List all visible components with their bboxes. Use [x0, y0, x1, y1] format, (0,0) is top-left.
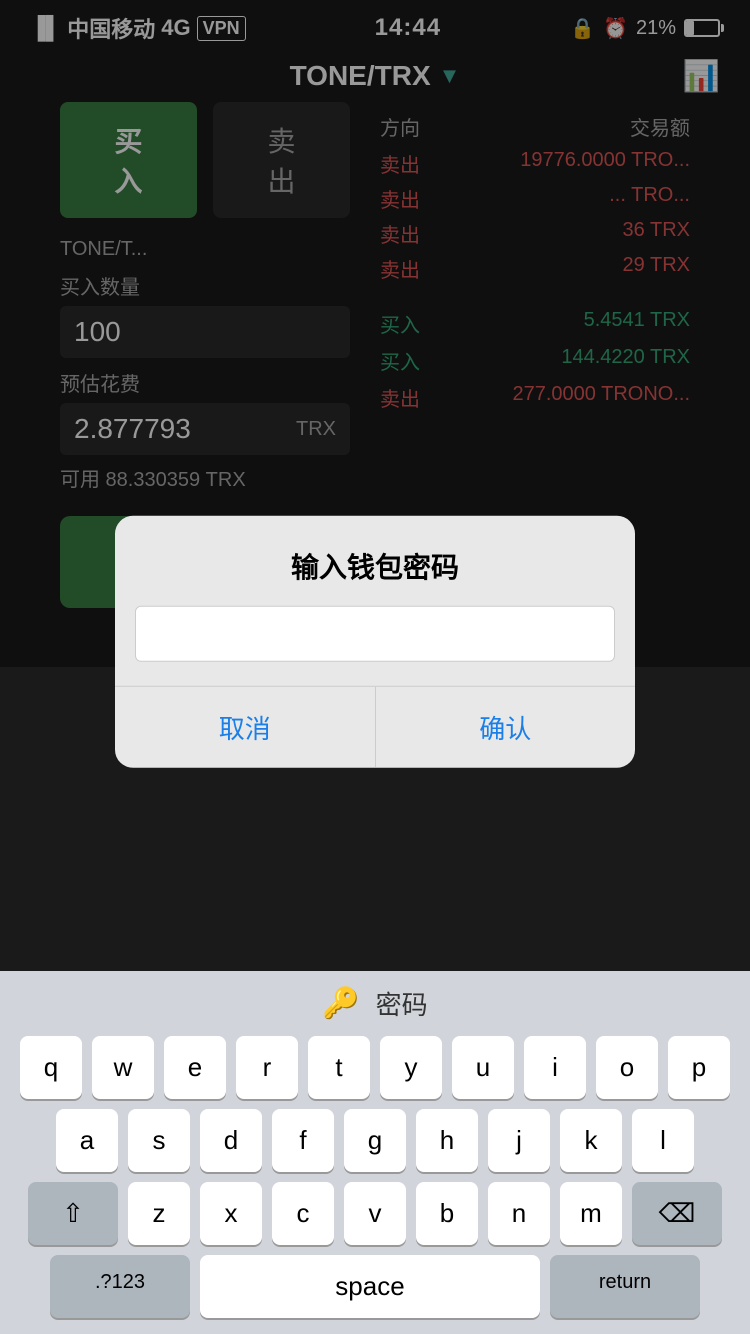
return-key[interactable]: return [550, 1255, 700, 1318]
key-f[interactable]: f [272, 1109, 334, 1172]
key-r[interactable]: r [236, 1036, 298, 1099]
key-v[interactable]: v [344, 1182, 406, 1245]
dialog-input-wrapper [115, 606, 635, 686]
key-d[interactable]: d [200, 1109, 262, 1172]
key-k[interactable]: k [560, 1109, 622, 1172]
backspace-key[interactable]: ⌫ [632, 1182, 722, 1245]
key-u[interactable]: u [452, 1036, 514, 1099]
keyboard-rows: q w e r t y u i o p a s d f g h j k l ⇧ … [0, 1032, 750, 1334]
confirm-button[interactable]: 确认 [376, 687, 636, 768]
key-n[interactable]: n [488, 1182, 550, 1245]
key-row-4: .?123 space return [6, 1255, 744, 1318]
key-row-1: q w e r t y u i o p [6, 1036, 744, 1099]
key-l[interactable]: l [632, 1109, 694, 1172]
key-z[interactable]: z [128, 1182, 190, 1245]
key-row-2: a s d f g h j k l [6, 1109, 744, 1172]
key-a[interactable]: a [56, 1109, 118, 1172]
key-i[interactable]: i [524, 1036, 586, 1099]
key-w[interactable]: w [92, 1036, 154, 1099]
key-m[interactable]: m [560, 1182, 622, 1245]
key-o[interactable]: o [596, 1036, 658, 1099]
key-y[interactable]: y [380, 1036, 442, 1099]
key-icon: 🔑 [322, 986, 359, 1021]
key-p[interactable]: p [668, 1036, 730, 1099]
key-e[interactable]: e [164, 1036, 226, 1099]
key-t[interactable]: t [308, 1036, 370, 1099]
keyboard-hint-text: 密码 [376, 985, 428, 1022]
dialog-title: 输入钱包密码 [115, 516, 635, 606]
key-h[interactable]: h [416, 1109, 478, 1172]
space-key[interactable]: space [200, 1255, 540, 1318]
key-g[interactable]: g [344, 1109, 406, 1172]
password-dialog: 输入钱包密码 取消 确认 [115, 516, 635, 768]
key-j[interactable]: j [488, 1109, 550, 1172]
dialog-buttons: 取消 确认 [115, 686, 635, 768]
key-c[interactable]: c [272, 1182, 334, 1245]
key-s[interactable]: s [128, 1109, 190, 1172]
key-row-3: ⇧ z x c v b n m ⌫ [6, 1182, 744, 1245]
key-q[interactable]: q [20, 1036, 82, 1099]
cancel-button[interactable]: 取消 [115, 687, 376, 768]
keyboard: 🔑 密码 q w e r t y u i o p a s d f g h j k… [0, 971, 750, 1334]
key-b[interactable]: b [416, 1182, 478, 1245]
num-sym-key[interactable]: .?123 [50, 1255, 190, 1318]
key-x[interactable]: x [200, 1182, 262, 1245]
keyboard-hint: 🔑 密码 [0, 971, 750, 1032]
password-input[interactable] [135, 606, 615, 662]
shift-key[interactable]: ⇧ [28, 1182, 118, 1245]
